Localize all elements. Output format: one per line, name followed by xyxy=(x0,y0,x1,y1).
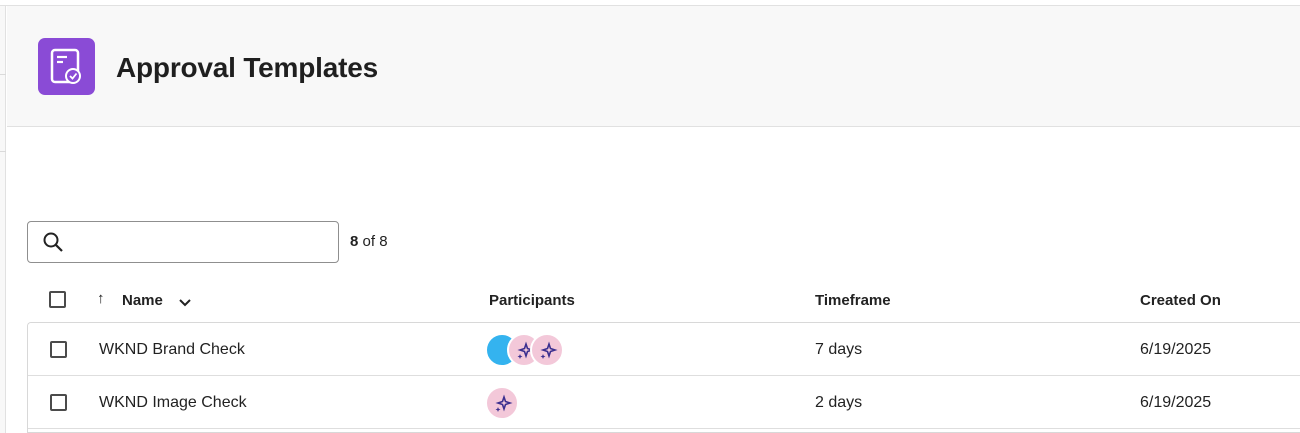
created-date: 6/19/2025 xyxy=(1140,394,1212,411)
row-checkbox[interactable] xyxy=(50,341,67,358)
result-total: 8 xyxy=(379,233,388,250)
rail-divider xyxy=(0,74,6,75)
column-created-on: Created On xyxy=(1140,292,1221,309)
search-input[interactable] xyxy=(76,228,326,256)
rail-divider xyxy=(0,151,6,152)
page-title: Approval Templates xyxy=(116,52,378,83)
table-row[interactable]: WKND Brand Check 7 days 6/19/2025 xyxy=(28,323,1300,376)
left-rail xyxy=(0,6,6,433)
approval-templates-page: Approval Templates 8 of 8 ↑ Name Partici… xyxy=(0,0,1300,433)
row-checkbox[interactable] xyxy=(50,394,67,411)
template-name[interactable]: WKND Image Check xyxy=(99,394,247,412)
timeframe-value: 7 days xyxy=(815,341,863,358)
column-participants: Participants xyxy=(489,292,575,309)
created-date: 6/19/2025 xyxy=(1140,341,1212,358)
column-timeframe: Timeframe xyxy=(815,292,891,309)
result-count: 8 of 8 xyxy=(350,233,388,250)
search-field[interactable] xyxy=(27,221,339,263)
result-separator: of xyxy=(358,233,380,250)
page-header: Approval Templates xyxy=(7,6,1300,127)
column-name[interactable]: Name xyxy=(122,292,163,309)
sparkle-avatar xyxy=(530,333,564,367)
search-icon xyxy=(42,231,64,258)
sparkle-avatar xyxy=(485,386,519,420)
template-name[interactable]: WKND Brand Check xyxy=(99,341,245,359)
table-body: WKND Brand Check 7 days 6/19/2025 WKND I… xyxy=(27,322,1300,433)
select-all-checkbox[interactable] xyxy=(49,291,66,308)
approval-template-icon xyxy=(38,38,95,95)
table-header: ↑ Name Participants Timeframe Created On xyxy=(27,280,1300,322)
timeframe-value: 2 days xyxy=(815,394,863,411)
arrow-up-icon[interactable]: ↑ xyxy=(97,290,105,307)
table-row[interactable]: WKND Image Check 2 days 6/19/2025 xyxy=(28,376,1300,429)
chevron-down-icon[interactable] xyxy=(178,295,192,313)
